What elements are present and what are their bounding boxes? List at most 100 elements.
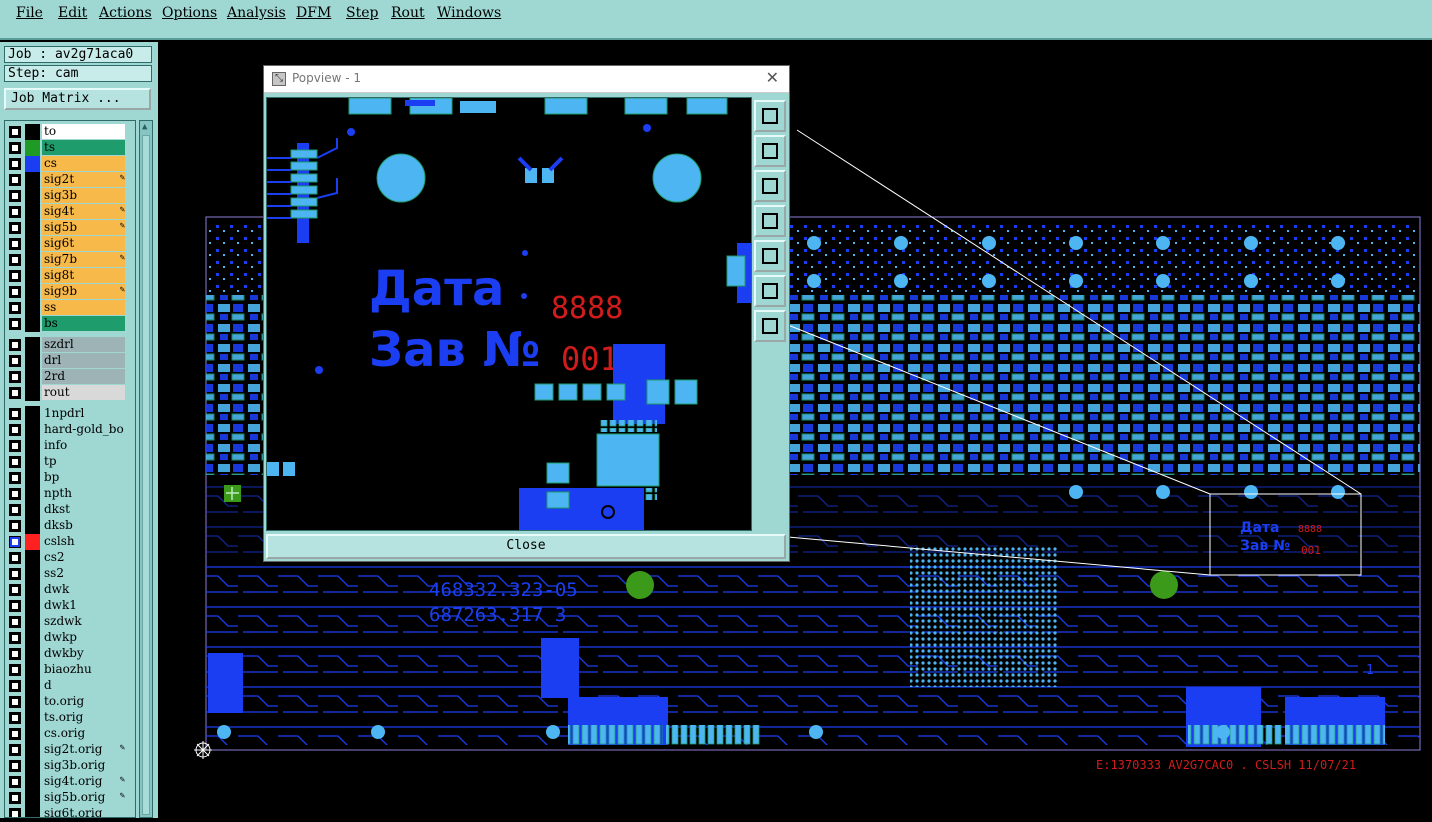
layer-color-swatch[interactable] bbox=[25, 662, 40, 678]
layer-name[interactable]: dwk bbox=[42, 582, 125, 597]
layer-checkbox[interactable] bbox=[9, 680, 21, 692]
layer-color-swatch[interactable] bbox=[25, 284, 40, 300]
layer-row[interactable]: biaozhu bbox=[7, 662, 127, 678]
pan-up-button[interactable] bbox=[754, 135, 786, 167]
layer-color-swatch[interactable] bbox=[25, 518, 40, 534]
layer-checkbox[interactable] bbox=[9, 488, 21, 500]
layer-checkbox[interactable] bbox=[9, 238, 21, 250]
layer-checkbox[interactable] bbox=[9, 792, 21, 804]
popview-close-button[interactable]: Close bbox=[266, 534, 786, 559]
layer-color-swatch[interactable] bbox=[25, 534, 40, 550]
layer-row[interactable]: 1npdrl bbox=[7, 406, 127, 422]
layer-row[interactable]: szdwk bbox=[7, 614, 127, 630]
scroll-up-icon[interactable]: ▲ bbox=[142, 122, 147, 132]
layer-row[interactable]: ss2 bbox=[7, 566, 127, 582]
layer-row[interactable]: sig7b ✎ bbox=[7, 252, 127, 268]
layer-name[interactable]: to.orig bbox=[42, 694, 125, 709]
layer-name[interactable]: bp bbox=[42, 470, 125, 485]
layer-name[interactable]: ts.orig bbox=[42, 710, 125, 725]
popview-canvas[interactable]: Дата Зав № 8888 001 bbox=[266, 97, 752, 531]
layer-name[interactable]: dwkby bbox=[42, 646, 125, 661]
menu-dfm[interactable]: DFM bbox=[296, 5, 331, 21]
layer-row[interactable]: dwk1 bbox=[7, 598, 127, 614]
layer-name[interactable]: sig3b.orig bbox=[42, 758, 125, 773]
layer-row[interactable]: sig4t ✎ bbox=[7, 204, 127, 220]
layer-row[interactable]: drl bbox=[7, 353, 127, 369]
layer-row[interactable]: sig8t bbox=[7, 268, 127, 284]
layer-color-swatch[interactable] bbox=[25, 614, 40, 630]
layer-row[interactable]: sig3b.orig bbox=[7, 758, 127, 774]
layer-color-swatch[interactable] bbox=[25, 790, 40, 806]
layer-name[interactable]: biaozhu bbox=[42, 662, 125, 677]
layer-color-swatch[interactable] bbox=[25, 188, 40, 204]
layer-checkbox[interactable] bbox=[9, 728, 21, 740]
layer-color-swatch[interactable] bbox=[25, 646, 40, 662]
layer-checkbox[interactable] bbox=[9, 520, 21, 532]
layer-name[interactable]: 2rd bbox=[42, 369, 125, 384]
layer-color-swatch[interactable] bbox=[25, 710, 40, 726]
layer-color-swatch[interactable] bbox=[25, 156, 40, 172]
layer-color-swatch[interactable] bbox=[25, 337, 40, 353]
layer-color-swatch[interactable] bbox=[25, 204, 40, 220]
layer-color-swatch[interactable] bbox=[25, 406, 40, 422]
zoom-in-button[interactable] bbox=[754, 275, 786, 307]
layer-checkbox[interactable] bbox=[9, 760, 21, 772]
layer-name[interactable]: ss2 bbox=[42, 566, 125, 581]
layer-color-swatch[interactable] bbox=[25, 758, 40, 774]
layer-color-swatch[interactable] bbox=[25, 502, 40, 518]
layer-row[interactable]: hard-gold_bo bbox=[7, 422, 127, 438]
layer-checkbox[interactable] bbox=[9, 408, 21, 420]
menu-rout[interactable]: Rout bbox=[391, 5, 425, 21]
layer-color-swatch[interactable] bbox=[25, 630, 40, 646]
layer-color-swatch[interactable] bbox=[25, 742, 40, 758]
layer-row[interactable]: to.orig bbox=[7, 694, 127, 710]
layer-checkbox[interactable] bbox=[9, 664, 21, 676]
layer-name[interactable]: cs bbox=[42, 156, 125, 171]
layer-color-swatch[interactable] bbox=[25, 300, 40, 316]
layer-checkbox[interactable] bbox=[9, 808, 21, 817]
menu-edit[interactable]: Edit bbox=[58, 5, 87, 21]
layer-checkbox[interactable] bbox=[9, 648, 21, 660]
layer-name[interactable]: sig6t.orig bbox=[42, 806, 125, 817]
layer-checkbox[interactable] bbox=[9, 552, 21, 564]
layer-name[interactable]: d bbox=[42, 678, 125, 693]
pan-down-button[interactable] bbox=[754, 170, 786, 202]
layer-row[interactable]: cs2 bbox=[7, 550, 127, 566]
layer-name[interactable]: cslsh bbox=[42, 534, 125, 549]
layer-name[interactable]: sig2t bbox=[42, 172, 125, 187]
menu-step[interactable]: Step bbox=[346, 5, 378, 21]
layer-checkbox[interactable] bbox=[9, 504, 21, 516]
layer-color-swatch[interactable] bbox=[25, 694, 40, 710]
layer-name[interactable]: dksb bbox=[42, 518, 125, 533]
layer-color-swatch[interactable] bbox=[25, 486, 40, 502]
layer-checkbox[interactable] bbox=[9, 142, 21, 154]
layer-name[interactable]: hard-gold_bo bbox=[42, 422, 125, 437]
layer-checkbox[interactable] bbox=[9, 222, 21, 234]
layer-checkbox[interactable] bbox=[9, 158, 21, 170]
layer-checkbox[interactable] bbox=[9, 387, 21, 399]
layer-checkbox[interactable] bbox=[9, 126, 21, 138]
layer-checkbox[interactable] bbox=[9, 744, 21, 756]
menu-analysis[interactable]: Analysis bbox=[227, 5, 286, 21]
layer-checkbox[interactable] bbox=[9, 584, 21, 596]
layer-color-swatch[interactable] bbox=[25, 726, 40, 742]
layer-color-swatch[interactable] bbox=[25, 438, 40, 454]
layer-checkbox[interactable] bbox=[9, 536, 21, 548]
layer-checkbox[interactable] bbox=[9, 206, 21, 218]
layer-color-swatch[interactable] bbox=[25, 268, 40, 284]
layer-name[interactable]: sig6t bbox=[42, 236, 125, 251]
layer-row[interactable]: cs bbox=[7, 156, 127, 172]
layer-name[interactable]: bs bbox=[42, 316, 125, 331]
layer-color-swatch[interactable] bbox=[25, 774, 40, 790]
layer-color-swatch[interactable] bbox=[25, 385, 40, 401]
menu-actions[interactable]: Actions bbox=[99, 5, 152, 21]
layer-checkbox[interactable] bbox=[9, 616, 21, 628]
layer-color-swatch[interactable] bbox=[25, 316, 40, 332]
layer-row[interactable]: sig5b ✎ bbox=[7, 220, 127, 236]
layer-checkbox[interactable] bbox=[9, 318, 21, 330]
layer-color-swatch[interactable] bbox=[25, 454, 40, 470]
layer-checkbox[interactable] bbox=[9, 712, 21, 724]
layer-name[interactable]: sig2t.orig bbox=[42, 742, 125, 757]
layer-row[interactable]: sig2t.orig ✎ bbox=[7, 742, 127, 758]
layer-row[interactable]: rout bbox=[7, 385, 127, 401]
